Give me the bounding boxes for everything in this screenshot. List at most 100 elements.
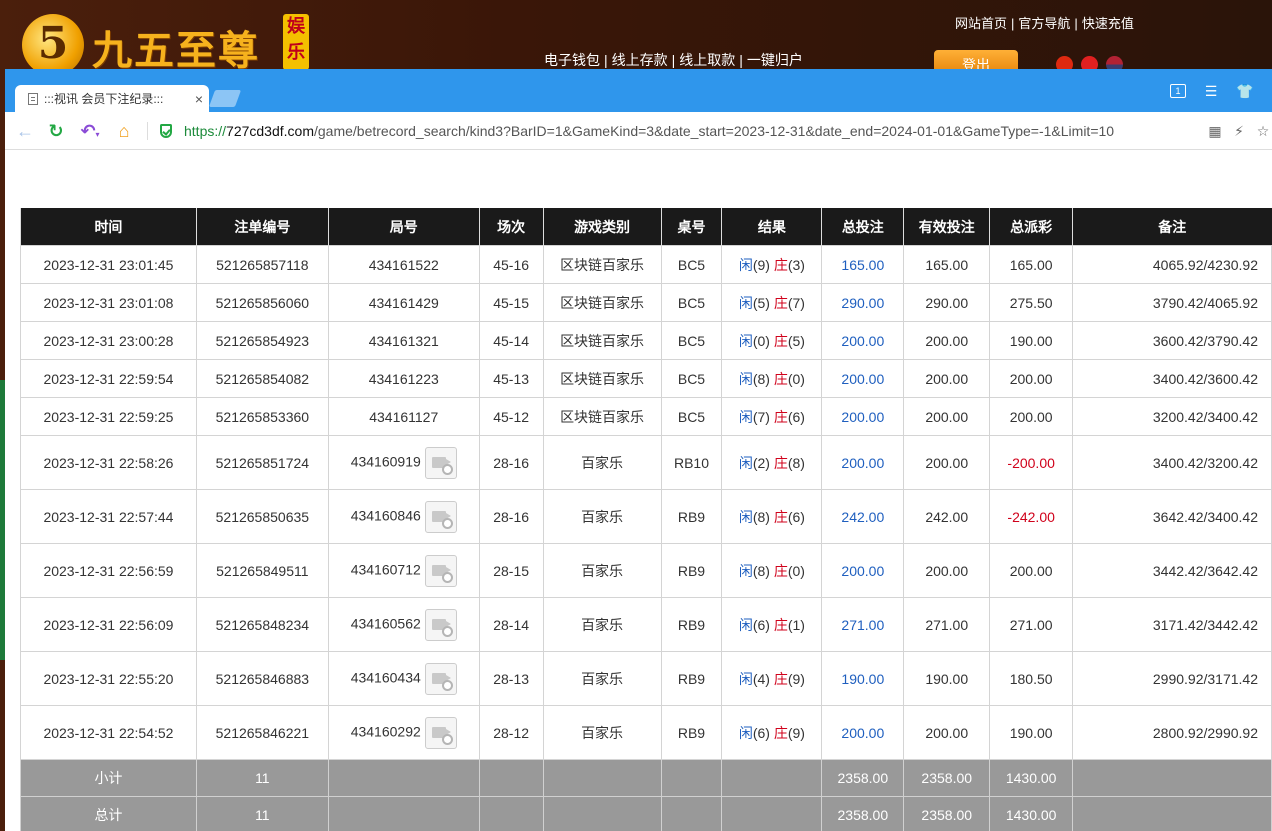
round-number: 434161223 xyxy=(368,370,439,387)
nav-consolidate-link[interactable]: 一键归户 xyxy=(747,52,803,68)
player-score: (6) xyxy=(752,724,770,741)
window-controls: 1 ☰ 👕 xyxy=(1170,82,1254,100)
cell-table-number: BC5 xyxy=(660,245,723,284)
cell-round: 434161127 xyxy=(327,397,480,436)
video-replay-icon[interactable] xyxy=(424,716,457,749)
banker-label: 庄 xyxy=(773,508,788,525)
cell-total-bet: 200.00 xyxy=(821,435,905,490)
round-number: 434160919 xyxy=(350,453,421,470)
cell-round: 434161429 xyxy=(327,283,480,322)
column-header: 游戏类别 xyxy=(542,208,662,246)
cell-result: 闲(6) 庄(1) xyxy=(721,597,823,652)
round-number: 434161321 xyxy=(368,332,439,349)
secure-shield-icon[interactable] xyxy=(160,123,172,138)
player-label: 闲 xyxy=(738,508,753,525)
cell-game-type: 百家乐 xyxy=(542,489,662,544)
video-replay-icon[interactable] xyxy=(424,446,457,479)
column-header: 时间 xyxy=(20,208,197,246)
round-number: 434160712 xyxy=(350,561,421,578)
cell-session: 45-16 xyxy=(478,245,544,284)
banker-score: (3) xyxy=(787,256,805,273)
nav-official-link[interactable]: 官方导航 xyxy=(1018,16,1070,31)
tab-bet-record[interactable]: :::视讯 会员下注纪录::: × xyxy=(15,85,209,112)
cell-bet-number: 521265846883 xyxy=(195,651,329,706)
cell-session: 28-12 xyxy=(478,705,544,760)
round-number: 434160292 xyxy=(350,723,421,740)
player-score: (7) xyxy=(752,408,770,425)
table-row: 2023-12-31 23:01:45 521265857118 434161522… xyxy=(20,245,1272,284)
column-header: 桌号 xyxy=(660,208,722,246)
cell-table-number: RB9 xyxy=(660,705,723,760)
nav-wallet-link[interactable]: 电子钱包 xyxy=(544,52,600,68)
nav-withdraw-link[interactable]: 线上取款 xyxy=(679,52,735,68)
video-replay-icon[interactable] xyxy=(424,662,457,695)
table-row: 2023-12-31 22:59:25 521265853360 434161127… xyxy=(20,397,1272,436)
banker-label: 庄 xyxy=(773,294,788,311)
cell-bet-number: 521265846221 xyxy=(195,705,329,760)
menu-icon[interactable]: ☰ xyxy=(1202,82,1220,100)
star-icon[interactable]: ☆ xyxy=(1254,122,1272,140)
player-score: (8) xyxy=(752,562,770,579)
player-label: 闲 xyxy=(738,370,753,387)
grandtotal-row: 总计 11 2358.00 2358.00 1430.00 xyxy=(20,796,1272,831)
cell-payout: 275.50 xyxy=(989,283,1074,322)
cell-remark: 2800.92/2990.92 xyxy=(1072,705,1272,760)
cell-table-number: BC5 xyxy=(660,359,723,398)
banker-score: (0) xyxy=(787,370,805,387)
cell-valid-bet: 242.00 xyxy=(903,489,991,544)
cell-time: 2023-12-31 22:59:25 xyxy=(20,397,197,436)
player-label: 闲 xyxy=(738,256,753,273)
cell-bet-number: 521265848234 xyxy=(195,597,329,652)
video-replay-icon[interactable] xyxy=(424,608,457,641)
player-label: 闲 xyxy=(738,616,753,633)
close-icon[interactable]: × xyxy=(189,91,209,107)
video-replay-icon[interactable] xyxy=(424,554,457,587)
url-host: 727cd3df.com xyxy=(226,122,314,139)
nav-separator: | xyxy=(1074,16,1078,31)
back-arrow-icon[interactable]: ← xyxy=(14,120,36,142)
summary-payout: 1430.00 xyxy=(989,759,1074,797)
cell-payout: 165.00 xyxy=(989,245,1074,284)
summary-total: 2358.00 xyxy=(821,796,905,831)
cell-session: 45-12 xyxy=(478,397,544,436)
cell-session: 28-14 xyxy=(478,597,544,652)
cell-valid-bet: 200.00 xyxy=(903,705,991,760)
cell-time: 2023-12-31 22:56:09 xyxy=(20,597,197,652)
table-row: 2023-12-31 22:58:26 521265851724 434160919… xyxy=(20,435,1272,490)
summary-empty xyxy=(327,759,480,797)
cell-valid-bet: 200.00 xyxy=(903,435,991,490)
cell-valid-bet: 200.00 xyxy=(903,397,991,436)
summary-total: 2358.00 xyxy=(821,759,905,797)
cell-round: 434160712 xyxy=(327,543,480,598)
refresh-icon[interactable]: ↻ xyxy=(45,120,67,142)
lightning-icon[interactable]: ⚡ xyxy=(1230,122,1248,140)
cell-valid-bet: 290.00 xyxy=(903,283,991,322)
cell-bet-number: 521265854923 xyxy=(195,321,329,360)
cell-session: 28-16 xyxy=(478,435,544,490)
tab-strip: :::视讯 会员下注纪录::: × 1 ☰ 👕 xyxy=(5,69,1272,112)
skin-icon[interactable]: 👕 xyxy=(1236,82,1254,100)
cell-game-type: 百家乐 xyxy=(542,543,662,598)
url-field[interactable]: https://727cd3df.com/game/betrecord_sear… xyxy=(184,123,1184,139)
qr-code-icon[interactable]: ▦ xyxy=(1206,122,1224,140)
nav-deposit-link[interactable]: 线上存款 xyxy=(612,52,668,68)
cell-table-number: RB9 xyxy=(660,543,723,598)
cell-game-type: 区块链百家乐 xyxy=(542,283,662,322)
video-replay-icon[interactable] xyxy=(424,500,457,533)
cell-session: 45-14 xyxy=(478,321,544,360)
cell-total-bet: 190.00 xyxy=(821,651,905,706)
tab-count-icon[interactable]: 1 xyxy=(1170,84,1186,98)
home-icon[interactable]: ⌂ xyxy=(113,120,135,142)
summary-empty xyxy=(478,796,544,831)
cell-bet-number: 521265854082 xyxy=(195,359,329,398)
nav-home-link[interactable]: 网站首页 xyxy=(955,16,1007,31)
summary-count: 11 xyxy=(195,796,329,831)
cell-time: 2023-12-31 22:56:59 xyxy=(20,543,197,598)
round-number: 434161522 xyxy=(368,256,439,273)
new-tab-button[interactable] xyxy=(208,90,242,107)
summary-valid: 2358.00 xyxy=(903,759,991,797)
nav-recharge-link[interactable]: 快速充值 xyxy=(1082,16,1134,31)
undo-icon[interactable]: ↶▾ xyxy=(76,120,104,142)
summary-count: 11 xyxy=(195,759,329,797)
cell-time: 2023-12-31 23:00:28 xyxy=(20,321,197,360)
